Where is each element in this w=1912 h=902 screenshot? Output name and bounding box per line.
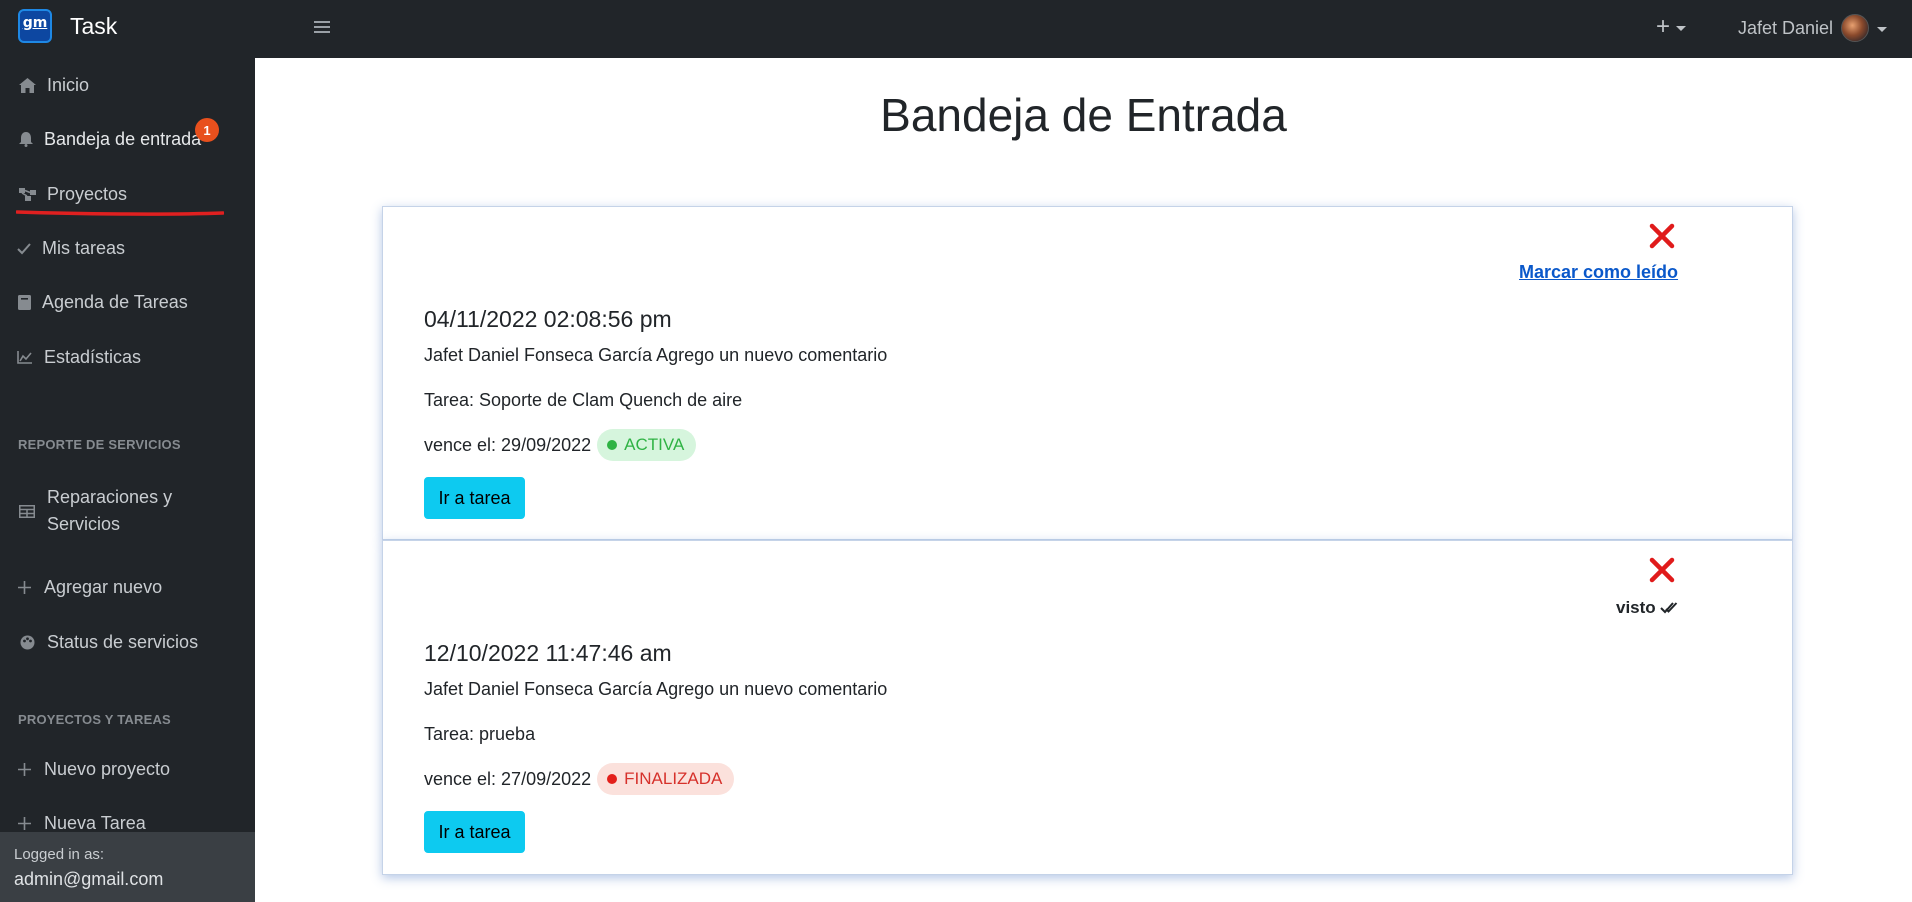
notification-task: Tarea: prueba <box>424 724 536 744</box>
notification-message: Jafet Daniel Fonseca García Agrego un nu… <box>424 679 888 699</box>
status-dot-icon <box>607 440 618 450</box>
sidebar-item-label: Estadísticas <box>44 347 142 367</box>
plus-icon <box>14 581 34 594</box>
plus-icon <box>14 817 34 830</box>
top-navbar: gm Task + Jafet Daniel <box>0 0 1912 58</box>
notification-task: Tarea: Soporte de Clam Quench de aire <box>424 390 743 410</box>
go-to-task-button[interactable]: Ir a tarea <box>424 477 525 519</box>
close-icon[interactable] <box>1649 223 1675 254</box>
avatar <box>1841 14 1870 42</box>
sidebar-item-nuevo-proyecto[interactable]: Nuevo proyecto <box>0 759 255 780</box>
due-date: vence el: 29/09/2022 <box>424 434 592 455</box>
sidebar-item-bandeja[interactable]: Bandeja de entrada 1 <box>0 118 255 150</box>
notification-datetime: 12/10/2022 11:47:46 am <box>424 640 672 666</box>
section-heading-proyectos: PROYECTOS Y TAREAS <box>18 712 171 727</box>
double-check-icon <box>1659 602 1677 614</box>
due-date: vence el: 27/09/2022 <box>424 768 592 789</box>
home-icon <box>17 78 37 93</box>
sidebar-item-label: Proyectos <box>47 184 128 204</box>
add-dropdown-button[interactable]: + <box>1656 13 1687 41</box>
red-underline-annotation <box>16 210 224 216</box>
user-name: Jafet Daniel <box>1738 17 1834 38</box>
section-heading-servicios: REPORTE DE SERVICIOS <box>18 437 181 452</box>
palette-icon <box>17 635 37 650</box>
sidebar-item-label: Nueva Tarea <box>44 813 146 833</box>
mark-as-read-link[interactable]: Marcar como leído <box>1519 262 1678 283</box>
table-icon <box>17 504 37 518</box>
user-dropdown[interactable]: Jafet Daniel <box>1738 14 1888 42</box>
logged-in-email: admin@gmail.com <box>14 869 164 889</box>
status-dot-icon <box>607 774 618 784</box>
caret-down-icon <box>1676 25 1687 31</box>
close-icon[interactable] <box>1649 557 1675 588</box>
sidebar-item-estadisticas[interactable]: Estadísticas <box>0 347 255 368</box>
notification-due-row: vence el: 27/09/2022 FINALIZADA <box>424 763 735 795</box>
sidebar-item-inicio[interactable]: Inicio <box>0 75 255 96</box>
sidebar-item-agregar-nuevo[interactable]: Agregar nuevo <box>0 577 255 598</box>
sidebar-item-agenda[interactable]: Agenda de Tareas <box>0 292 255 313</box>
page-title: Bandeja de Entrada <box>880 89 1287 141</box>
notification-card: visto 12/10/2022 11:47:46 am Jafet Danie… <box>382 540 1793 875</box>
plus-icon: + <box>1656 13 1671 40</box>
sidebar-item-status-servicios[interactable]: Status de servicios <box>0 632 255 653</box>
status-badge: ACTIVA <box>597 429 697 461</box>
bell-icon <box>16 132 36 147</box>
sidebar-item-label: Agenda de Tareas <box>42 292 188 312</box>
brand-name: Task <box>70 12 118 39</box>
hamburger-icon[interactable] <box>314 14 330 40</box>
go-to-task-button[interactable]: Ir a tarea <box>424 811 525 853</box>
notification-card: Marcar como leído 04/11/2022 02:08:56 pm… <box>382 206 1793 540</box>
sidebar-item-label: Status de servicios <box>47 632 199 652</box>
sidebar-item-label: Nuevo proyecto <box>44 759 171 779</box>
sidebar-item-reparaciones[interactable]: Reparaciones y Servicios <box>0 484 255 538</box>
check-icon <box>14 242 34 255</box>
notification-count-badge: 1 <box>195 118 219 142</box>
sidebar-item-label: Agregar nuevo <box>44 577 163 597</box>
plus-icon <box>14 763 34 776</box>
brand-logo-icon: gm <box>18 9 52 43</box>
sidebar-item-label: Reparaciones y Servicios <box>47 487 173 534</box>
sidebar-footer: Logged in as: admin@gmail.com <box>0 832 255 902</box>
sidebar-item-label: Inicio <box>47 75 90 95</box>
seen-indicator: visto <box>1616 598 1678 618</box>
sitemap-icon <box>17 188 37 201</box>
chart-icon <box>14 351 34 364</box>
brand[interactable]: gm Task <box>18 9 117 43</box>
book-icon <box>14 295 34 310</box>
sidebar-item-nueva-tarea[interactable]: Nueva Tarea <box>0 813 255 834</box>
caret-down-icon <box>1877 26 1888 32</box>
status-badge: FINALIZADA <box>597 763 735 795</box>
sidebar-item-label: Mis tareas <box>42 238 126 258</box>
notification-due-row: vence el: 29/09/2022 ACTIVA <box>424 429 697 461</box>
notification-datetime: 04/11/2022 02:08:56 pm <box>424 306 672 332</box>
notification-message: Jafet Daniel Fonseca García Agrego un nu… <box>424 345 888 365</box>
logged-in-label: Logged in as: <box>14 846 105 863</box>
sidebar-item-proyectos[interactable]: Proyectos <box>0 184 255 205</box>
sidebar: Inicio Bandeja de entrada 1 Proyectos Mi… <box>0 58 255 902</box>
sidebar-item-label: Bandeja de entrada <box>44 129 202 149</box>
sidebar-item-mis-tareas[interactable]: Mis tareas <box>0 238 255 259</box>
